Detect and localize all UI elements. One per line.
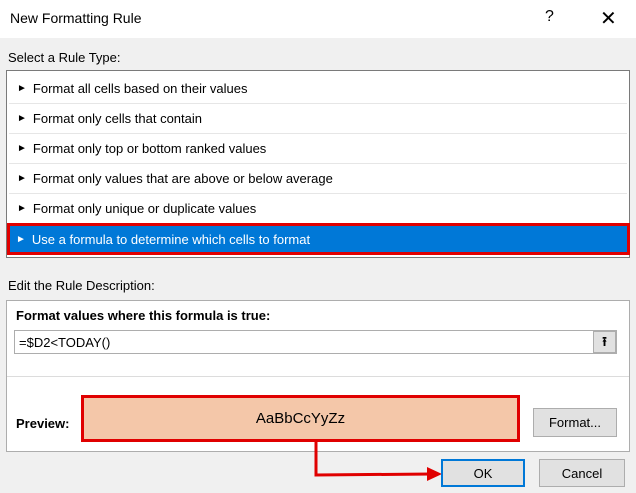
cancel-button[interactable]: Cancel bbox=[539, 459, 625, 487]
ok-button[interactable]: OK bbox=[441, 459, 525, 487]
arrow-line bbox=[314, 442, 433, 477]
annotation-arrow bbox=[314, 442, 442, 481]
arrow-head bbox=[427, 467, 442, 481]
